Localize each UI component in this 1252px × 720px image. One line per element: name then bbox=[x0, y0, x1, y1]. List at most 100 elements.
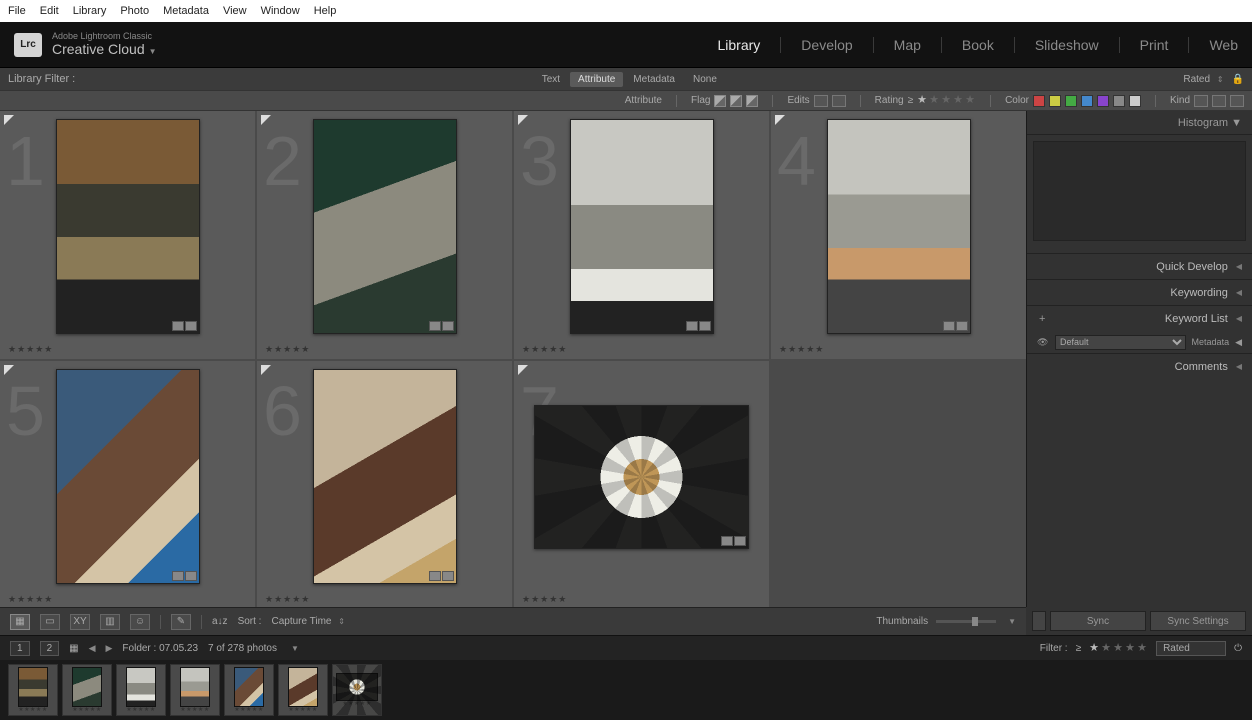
filmstrip-thumb[interactable] bbox=[336, 673, 378, 701]
filmstrip-thumb[interactable] bbox=[18, 667, 48, 707]
menu-view[interactable]: View bbox=[223, 5, 247, 17]
badge-icon[interactable] bbox=[442, 321, 454, 331]
lock-icon[interactable]: 🔒 bbox=[1232, 74, 1244, 85]
people-view-icon[interactable]: ☺ bbox=[130, 614, 150, 630]
badge-icon[interactable] bbox=[172, 571, 184, 581]
filmstrip-thumb[interactable] bbox=[72, 667, 102, 707]
source-label[interactable]: Folder : 07.05.23 bbox=[122, 643, 198, 654]
filmstrip-cell[interactable]: ★★★★★ bbox=[170, 664, 220, 716]
kind-virtual-icon[interactable] bbox=[1212, 95, 1226, 107]
rating-star-4[interactable]: ★ bbox=[953, 95, 964, 106]
filmstrip-cell[interactable]: ★★★★★ bbox=[278, 664, 328, 716]
badge-icon[interactable] bbox=[442, 571, 454, 581]
filmstrip-filter-preset[interactable]: Rated bbox=[1156, 641, 1226, 656]
module-slideshow[interactable]: Slideshow bbox=[1035, 37, 1099, 53]
filter-tab-text[interactable]: Text bbox=[534, 72, 568, 87]
filmstrip-rating-op[interactable]: ≥ bbox=[1076, 643, 1082, 654]
grid-cell[interactable]: 2★★★★★ bbox=[257, 111, 512, 359]
loupe-view-icon[interactable]: ▭ bbox=[40, 614, 60, 630]
sync-settings-button[interactable]: Sync Settings bbox=[1150, 611, 1246, 631]
module-library[interactable]: Library bbox=[718, 37, 761, 53]
badge-icon[interactable] bbox=[699, 321, 711, 331]
metadata-preset-dropdown[interactable]: Default bbox=[1055, 335, 1186, 350]
fs-star-3[interactable]: ★ bbox=[1113, 643, 1124, 654]
grid-cell[interactable]: 6★★★★★ bbox=[257, 361, 512, 607]
menu-metadata[interactable]: Metadata bbox=[163, 5, 209, 17]
keywording-header[interactable]: Keywording◀ bbox=[1027, 279, 1252, 305]
filmstrip-cell[interactable]: ★★★★★ bbox=[224, 664, 274, 716]
grid-cell[interactable]: 5★★★★★ bbox=[0, 361, 255, 607]
cell-rating[interactable]: ★★★★★ bbox=[8, 344, 53, 355]
app-title[interactable]: Creative Cloud▼ bbox=[52, 42, 157, 57]
fs-star-2[interactable]: ★ bbox=[1101, 643, 1112, 654]
cell-rating[interactable]: ★★★★★ bbox=[265, 594, 310, 605]
comments-header[interactable]: Comments◀ bbox=[1027, 353, 1252, 379]
eye-icon[interactable]: 👁 bbox=[1037, 337, 1049, 348]
painter-icon[interactable]: ✎ bbox=[171, 614, 191, 630]
thumbnail-image[interactable] bbox=[313, 119, 457, 334]
filmstrip-thumb[interactable] bbox=[234, 667, 264, 707]
badge-icon[interactable] bbox=[686, 321, 698, 331]
thumbnail-image[interactable] bbox=[827, 119, 971, 334]
kind-master-icon[interactable] bbox=[1194, 95, 1208, 107]
color-none[interactable] bbox=[1113, 95, 1125, 107]
filmstrip-cell[interactable]: ★★★★★ bbox=[8, 664, 58, 716]
menu-help[interactable]: Help bbox=[314, 5, 337, 17]
flag-unflagged-icon[interactable] bbox=[730, 95, 742, 107]
filmstrip-thumb[interactable] bbox=[180, 667, 210, 707]
metadata-header[interactable]: Metadata bbox=[1192, 337, 1230, 347]
thumbnail-image[interactable] bbox=[570, 119, 714, 334]
auto-sync-toggle[interactable] bbox=[1032, 611, 1046, 631]
sort-direction-icon[interactable]: a↓z bbox=[212, 616, 228, 627]
grid-cell[interactable]: 1★★★★★ bbox=[0, 111, 255, 359]
grid-cell[interactable]: 3★★★★★ bbox=[514, 111, 769, 359]
filter-preset-dropdown[interactable]: Rated ⇕ bbox=[1183, 74, 1223, 85]
badge-icon[interactable] bbox=[185, 321, 197, 331]
thumbnail-size-slider[interactable] bbox=[936, 620, 996, 623]
menu-file[interactable]: File bbox=[8, 5, 26, 17]
module-map[interactable]: Map bbox=[894, 37, 921, 53]
color-red[interactable] bbox=[1033, 95, 1045, 107]
screen-2-button[interactable]: 2 bbox=[40, 641, 60, 656]
sync-button[interactable]: Sync bbox=[1050, 611, 1146, 631]
badge-icon[interactable] bbox=[429, 571, 441, 581]
module-develop[interactable]: Develop bbox=[801, 37, 852, 53]
cell-rating[interactable]: ★★★★★ bbox=[522, 594, 567, 605]
fs-star-4[interactable]: ★ bbox=[1125, 643, 1136, 654]
module-web[interactable]: Web bbox=[1209, 37, 1238, 53]
menu-photo[interactable]: Photo bbox=[120, 5, 149, 17]
color-yellow[interactable] bbox=[1049, 95, 1061, 107]
rating-star-5[interactable]: ★ bbox=[965, 95, 976, 106]
rating-star-2[interactable]: ★ bbox=[929, 95, 940, 106]
module-print[interactable]: Print bbox=[1140, 37, 1169, 53]
cell-rating[interactable]: ★★★★★ bbox=[779, 344, 824, 355]
filmstrip-thumb[interactable] bbox=[288, 667, 318, 707]
thumbnail-image[interactable] bbox=[56, 369, 200, 584]
flag-rejected-icon[interactable] bbox=[746, 95, 758, 107]
badge-icon[interactable] bbox=[956, 321, 968, 331]
menu-edit[interactable]: Edit bbox=[40, 5, 59, 17]
color-green[interactable] bbox=[1065, 95, 1077, 107]
badge-icon[interactable] bbox=[721, 536, 733, 546]
module-book[interactable]: Book bbox=[962, 37, 994, 53]
filmstrip-cell[interactable]: ★★★★★ bbox=[332, 664, 382, 716]
kind-video-icon[interactable] bbox=[1230, 95, 1244, 107]
color-blue[interactable] bbox=[1081, 95, 1093, 107]
cell-rating[interactable]: ★★★★★ bbox=[8, 594, 53, 605]
thumbnail-image[interactable] bbox=[56, 119, 200, 334]
menu-library[interactable]: Library bbox=[73, 5, 107, 17]
color-purple[interactable] bbox=[1097, 95, 1109, 107]
badge-icon[interactable] bbox=[734, 536, 746, 546]
fs-star-5[interactable]: ★ bbox=[1137, 643, 1148, 654]
flag-picked-icon[interactable] bbox=[714, 95, 726, 107]
cell-rating[interactable]: ★★★★★ bbox=[265, 344, 310, 355]
filmstrip-cell[interactable]: ★★★★★ bbox=[116, 664, 166, 716]
add-keyword-icon[interactable]: + bbox=[1039, 313, 1045, 325]
nav-back-icon[interactable]: ◀ bbox=[89, 643, 96, 654]
quick-develop-header[interactable]: Quick Develop◀ bbox=[1027, 253, 1252, 279]
fs-star-1[interactable]: ★ bbox=[1089, 643, 1100, 654]
edits-unedited-icon[interactable] bbox=[832, 95, 846, 107]
compare-view-icon[interactable]: XY bbox=[70, 614, 90, 630]
keyword-list-header[interactable]: +Keyword List◀ bbox=[1027, 305, 1252, 331]
survey-view-icon[interactable]: ▥ bbox=[100, 614, 120, 630]
